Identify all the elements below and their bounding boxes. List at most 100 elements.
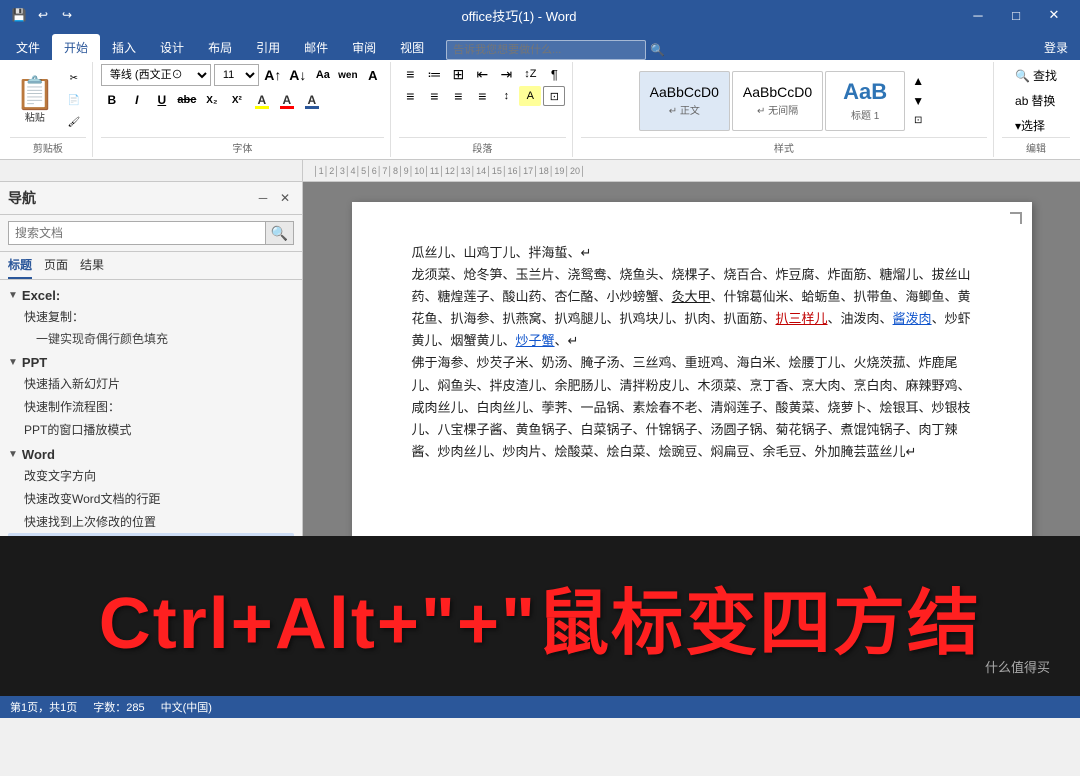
aa-button[interactable]: A: [362, 64, 384, 86]
strikethrough-button[interactable]: abc: [176, 89, 198, 111]
line-spacing-button[interactable]: ↕: [495, 86, 517, 106]
link-text-3[interactable]: 炒子蟹: [516, 333, 555, 348]
title-bar: 💾 ↩ ↪ office技巧(1) - Word ─ □ ✕: [0, 0, 1080, 30]
styles-more[interactable]: ⊡: [907, 111, 929, 131]
pinyin-button[interactable]: wen: [337, 64, 359, 86]
title-bar-left: 💾 ↩ ↪: [8, 4, 78, 26]
tab-home[interactable]: 开始: [52, 34, 100, 60]
page-content[interactable]: 瓜丝儿、山鸡丁儿、拌海蜇、↵ 龙须菜、炝冬笋、玉兰片、浇鸳鸯、烧鱼头、烧棵子、烧…: [412, 242, 972, 463]
styles-scroll-up[interactable]: ▲: [907, 71, 929, 91]
nav-item-insert-slide[interactable]: 快速插入新幻灯片: [8, 372, 294, 395]
nav-item-quick-copy[interactable]: 快速复制：: [8, 305, 294, 328]
align-left-button[interactable]: ≡: [399, 86, 421, 106]
sidebar-close-button[interactable]: ✕: [276, 189, 294, 207]
italic-button[interactable]: I: [126, 89, 148, 111]
nav-item-window-play[interactable]: PPT的窗口播放模式: [8, 418, 294, 441]
style-heading1-label: 标题 1: [851, 107, 879, 122]
tab-layout[interactable]: 布局: [196, 34, 244, 60]
select-button[interactable]: ▾选择: [1008, 114, 1064, 137]
login-button[interactable]: 登录: [1032, 34, 1080, 60]
decrease-font-button[interactable]: A↓: [287, 64, 309, 86]
style-heading1-preview: AaB: [843, 79, 887, 105]
sidebar-tab-results[interactable]: 结果: [80, 256, 104, 279]
sidebar-title: 导航: [8, 188, 36, 208]
tab-references[interactable]: 引用: [244, 34, 292, 60]
main-layout: 导航 ─ ✕ 🔍 标题 页面 结果 ▼ Excel: 快速复制： 一键实现奇偶行: [0, 182, 1080, 536]
link-text-1[interactable]: 扒三样儿: [776, 311, 828, 326]
sidebar-tab-pages[interactable]: 页面: [44, 256, 68, 279]
increase-indent-button[interactable]: ⇥: [495, 64, 517, 84]
nav-item-flowchart[interactable]: 快速制作流程图：: [8, 395, 294, 418]
paste-button[interactable]: 📋 粘贴: [10, 72, 60, 129]
sidebar-tab-headings[interactable]: 标题: [8, 256, 32, 279]
search-input[interactable]: [446, 40, 646, 60]
highlight-button[interactable]: A: [251, 89, 273, 111]
bullets-button[interactable]: ≡: [399, 64, 421, 84]
borders-button[interactable]: ⊡: [543, 86, 565, 106]
save-button[interactable]: 💾: [8, 4, 30, 26]
replace-icon: ab: [1015, 94, 1028, 108]
font-name-select[interactable]: 等线 (西文正⊙: [101, 64, 211, 86]
tab-design[interactable]: 设计: [148, 34, 196, 60]
paste-icon: 📋: [15, 77, 55, 109]
tab-insert[interactable]: 插入: [100, 34, 148, 60]
nav-section-ppt-header[interactable]: ▼ PPT: [8, 353, 294, 372]
decrease-indent-button[interactable]: ⇤: [471, 64, 493, 84]
sidebar-search-button[interactable]: 🔍: [266, 221, 294, 245]
replace-button[interactable]: ab 替换: [1008, 89, 1064, 112]
nav-item-color-fill[interactable]: 一键实现奇偶行颜色填充: [8, 328, 294, 349]
tab-view[interactable]: 视图: [388, 34, 436, 60]
underline-button[interactable]: U: [151, 89, 173, 111]
find-button[interactable]: 🔍 查找: [1008, 64, 1064, 87]
font-size-select[interactable]: 11: [214, 64, 259, 86]
close-button[interactable]: ✕: [1036, 1, 1072, 29]
style-heading1[interactable]: AaB 标题 1: [825, 71, 905, 131]
format-painter-button[interactable]: 🖌: [62, 113, 86, 133]
bold-button[interactable]: B: [101, 89, 123, 111]
align-right-button[interactable]: ≡: [447, 86, 469, 106]
sidebar-controls: ─ ✕: [254, 189, 294, 207]
paragraph-1: 瓜丝儿、山鸡丁儿、拌海蜇、↵: [412, 242, 972, 264]
style-normal[interactable]: AaBbCcD0 ↵ 正文: [639, 71, 730, 131]
redo-button[interactable]: ↪: [56, 4, 78, 26]
font-bg-color-button[interactable]: A: [301, 89, 323, 111]
link-text-2[interactable]: 酱泼肉: [893, 311, 932, 326]
ruler-corner: [0, 160, 303, 181]
align-center-button[interactable]: ≡: [423, 86, 445, 106]
nav-section-excel-header[interactable]: ▼ Excel:: [8, 286, 294, 305]
justify-button[interactable]: ≡: [471, 86, 493, 106]
tab-mailings[interactable]: 邮件: [292, 34, 340, 60]
shading-button[interactable]: A: [519, 86, 541, 106]
styles-scroll-down[interactable]: ▼: [907, 91, 929, 111]
collapse-icon: ▼: [8, 290, 18, 301]
superscript-button[interactable]: X²: [226, 89, 248, 111]
subscript-button[interactable]: X₂: [201, 89, 223, 111]
sidebar-search: 🔍: [0, 215, 302, 252]
nav-section-ppt-label: PPT: [22, 355, 47, 370]
tab-review[interactable]: 审阅: [340, 34, 388, 60]
annotation-text: Ctrl+Alt+"+"鼠标变四方结: [99, 564, 981, 669]
ribbon: 📋 粘贴 ✂ 📄 🖌 剪贴板 等线 (西文正⊙ 11 A↑ A↓: [0, 60, 1080, 160]
numbering-button[interactable]: ≔: [423, 64, 445, 84]
undo-button[interactable]: ↩: [32, 4, 54, 26]
nav-item-find-edit[interactable]: 快速找到上次修改的位置: [8, 510, 294, 533]
copy-button[interactable]: 📄: [62, 91, 86, 111]
editing-group: 🔍 查找 ab 替换 ▾选择 编辑: [996, 62, 1076, 157]
status-bar: 第1页，共1页 字数：285 中文(中国): [0, 696, 1080, 718]
nav-item-text-direction[interactable]: 改变文字方向: [8, 464, 294, 487]
nav-item-line-spacing[interactable]: 快速改变Word文档的行距: [8, 487, 294, 510]
cut-button[interactable]: ✂: [62, 69, 86, 89]
sidebar-search-input[interactable]: [8, 221, 266, 245]
sort-button[interactable]: ↕Z: [519, 64, 541, 84]
tab-file[interactable]: 文件: [4, 34, 52, 60]
show-paragraph-button[interactable]: ¶: [543, 64, 565, 84]
minimize-button[interactable]: ─: [960, 1, 996, 29]
style-no-space[interactable]: AaBbCcD0 ↵ 无间隔: [732, 71, 823, 131]
increase-font-button[interactable]: A↑: [262, 64, 284, 86]
nav-section-word-header[interactable]: ▼ Word: [8, 445, 294, 464]
multilevel-button[interactable]: ⊞: [447, 64, 469, 84]
maximize-button[interactable]: □: [998, 1, 1034, 29]
clear-format-button[interactable]: Aa: [312, 64, 334, 86]
sidebar-pin-button[interactable]: ─: [254, 189, 272, 207]
font-color-button[interactable]: A: [276, 89, 298, 111]
